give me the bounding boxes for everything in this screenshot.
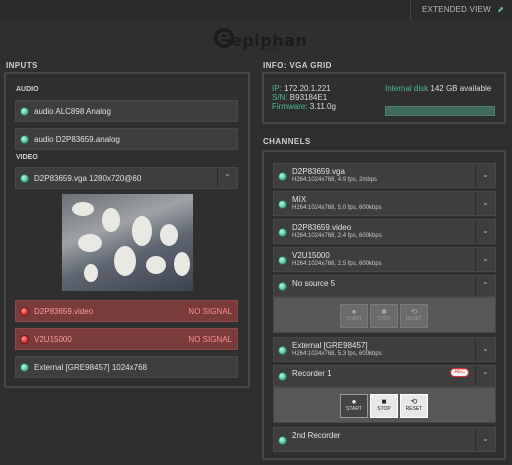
channel-row[interactable]: MIX H264:1024x768, 5.0 fps, 600kbps ⌄	[273, 191, 496, 216]
disk-label: Internal disk	[385, 84, 429, 93]
audio-source-2[interactable]: audio D2P83659.analog	[15, 128, 238, 150]
error-dot-icon	[20, 307, 29, 316]
video-source-label: D2P83659.vga 1280x720@60	[34, 174, 142, 183]
sn-value: B93184E1	[289, 93, 328, 102]
reset-icon: ⟲	[410, 307, 418, 316]
epiphan-logo: epiphan systems inc.	[213, 24, 307, 52]
channel-row[interactable]: External [GRE98457] H264:1024x768, 5.3 f…	[273, 337, 496, 362]
chevron-down-icon[interactable]: ⌄	[475, 248, 495, 271]
channel-detail: H264:1024x768, 5.3 fps, 600kbps	[292, 351, 382, 357]
firmware-value: 3.11.0g	[309, 102, 336, 111]
channel-detail: H264:1024x768, 2.5 fps, 600kbps	[292, 261, 382, 267]
audio-source-label: audio ALC898 Analog	[34, 107, 111, 116]
reset-button[interactable]: ⟲ RESET	[400, 304, 428, 328]
channel-row-no-source-5[interactable]: No source 5 ⌃	[273, 275, 496, 297]
sn-line: S/N: B93184E1	[272, 93, 327, 102]
status-dot-icon	[278, 372, 287, 381]
chevron-down-icon[interactable]: ⌄	[475, 338, 495, 361]
chevron-down-icon[interactable]: ⌄	[475, 220, 495, 243]
chevron-up-icon[interactable]: ⌃	[217, 168, 237, 188]
video-source-external[interactable]: External [GRE98457] 1024x768	[15, 356, 238, 378]
ip-value: 172.20.1.221	[284, 84, 331, 93]
ip-line: IP: 172.20.1.221	[272, 84, 331, 93]
rec-badge: REC	[450, 368, 469, 377]
logo-tagline: systems inc.	[267, 47, 284, 51]
channel-controls-no-source-5: ● START ■ STOP ⟲ RESET	[273, 297, 496, 333]
external-link-icon: ⬈	[497, 5, 505, 14]
stop-icon: ■	[381, 397, 387, 406]
no-signal-status: NO SIGNAL	[188, 335, 232, 344]
status-dot-icon	[278, 228, 287, 237]
chevron-up-icon[interactable]: ⌃	[475, 276, 495, 296]
channel-row[interactable]: 2nd Recorder ⌄	[273, 427, 496, 452]
start-button[interactable]: ● START	[340, 394, 368, 418]
stop-button[interactable]: ■ STOP	[370, 394, 398, 418]
channel-detail: H264:1024x768, 4.9 fps, 2mbps	[292, 177, 378, 183]
audio-source-1[interactable]: audio ALC898 Analog	[15, 100, 238, 122]
audio-source-label: audio D2P83659.analog	[34, 135, 120, 144]
status-dot-icon	[20, 107, 29, 116]
channel-row-recorder-1[interactable]: Recorder 1 REC ⌃	[273, 365, 496, 387]
reset-icon: ⟲	[410, 397, 418, 406]
channel-name: V2U15000	[292, 251, 330, 260]
chevron-down-icon[interactable]: ⌄	[475, 428, 495, 451]
info-title: INFO: VGA GRID	[263, 61, 332, 70]
channel-detail: H264:1024x768, 2.4 fps, 600kbps	[292, 233, 382, 239]
stop-button[interactable]: ■ STOP	[370, 304, 398, 328]
disk-line: Internal disk 142 GB available	[385, 84, 491, 93]
video-source-label: D2P83659.video	[34, 307, 94, 316]
status-dot-icon	[20, 363, 29, 372]
stop-icon: ■	[381, 307, 387, 316]
extended-view-button[interactable]: EXTENDED VIEW ⬈	[410, 0, 512, 20]
chevron-down-icon[interactable]: ⌄	[475, 192, 495, 215]
channel-row[interactable]: D2P83659.vga H264:1024x768, 4.9 fps, 2mb…	[273, 163, 496, 188]
no-signal-status: NO SIGNAL	[188, 307, 232, 316]
channel-name: Recorder 1	[292, 369, 332, 378]
video-source-v2u15000[interactable]: V2U15000 NO SIGNAL	[15, 328, 238, 350]
record-icon: ●	[351, 307, 357, 316]
status-dot-icon	[278, 172, 287, 181]
chevron-down-icon[interactable]: ⌄	[475, 164, 495, 187]
chevron-up-icon[interactable]: ⌃	[475, 366, 495, 386]
channels-title: CHANNELS	[263, 137, 311, 146]
channel-name: 2nd Recorder	[292, 431, 341, 440]
firmware-label: Firmware:	[272, 102, 308, 111]
channel-name: External [GRE98457]	[292, 341, 368, 350]
disk-value: 142 GB available	[430, 84, 492, 93]
record-icon: ●	[351, 397, 357, 406]
disk-usage-bar	[385, 106, 495, 116]
channel-controls-recorder-1: ● START ■ STOP ⟲ RESET	[273, 387, 496, 423]
extended-view-label: EXTENDED VIEW	[422, 5, 491, 14]
inputs-title: INPUTS	[6, 61, 38, 70]
channel-row[interactable]: V2U15000 H264:1024x768, 2.5 fps, 600kbps…	[273, 247, 496, 272]
firmware-line: Firmware: 3.11.0g	[272, 102, 336, 111]
video-label: VIDEO	[16, 154, 38, 161]
status-dot-icon	[278, 282, 287, 291]
top-bar: EXTENDED VIEW ⬈	[0, 0, 512, 20]
channel-detail: H264:1024x768, 5.0 fps, 600kbps	[292, 205, 382, 211]
status-dot-icon	[278, 200, 287, 209]
ip-label: IP:	[272, 84, 282, 93]
video-source-d2p83659-video[interactable]: D2P83659.video NO SIGNAL	[15, 300, 238, 322]
status-dot-icon	[278, 256, 287, 265]
video-preview-thumbnail	[62, 194, 193, 291]
status-dot-icon	[20, 135, 29, 144]
video-source-selected[interactable]: D2P83659.vga 1280x720@60 ⌃	[15, 167, 238, 189]
error-dot-icon	[20, 335, 29, 344]
audio-label: AUDIO	[16, 86, 39, 93]
sn-label: S/N:	[272, 93, 288, 102]
status-dot-icon	[278, 436, 287, 445]
video-source-label: V2U15000	[34, 335, 72, 344]
channel-name: No source 5	[292, 279, 336, 288]
channel-name: D2P83659.vga	[292, 167, 345, 176]
channel-name: MIX	[292, 195, 307, 204]
status-dot-icon	[20, 174, 29, 183]
video-source-label: External [GRE98457] 1024x768	[34, 363, 147, 372]
start-button[interactable]: ● START	[340, 304, 368, 328]
status-dot-icon	[278, 346, 287, 355]
channel-name: D2P83659.video	[292, 223, 352, 232]
channel-row[interactable]: D2P83659.video H264:1024x768, 2.4 fps, 6…	[273, 219, 496, 244]
reset-button[interactable]: ⟲ RESET	[400, 394, 428, 418]
